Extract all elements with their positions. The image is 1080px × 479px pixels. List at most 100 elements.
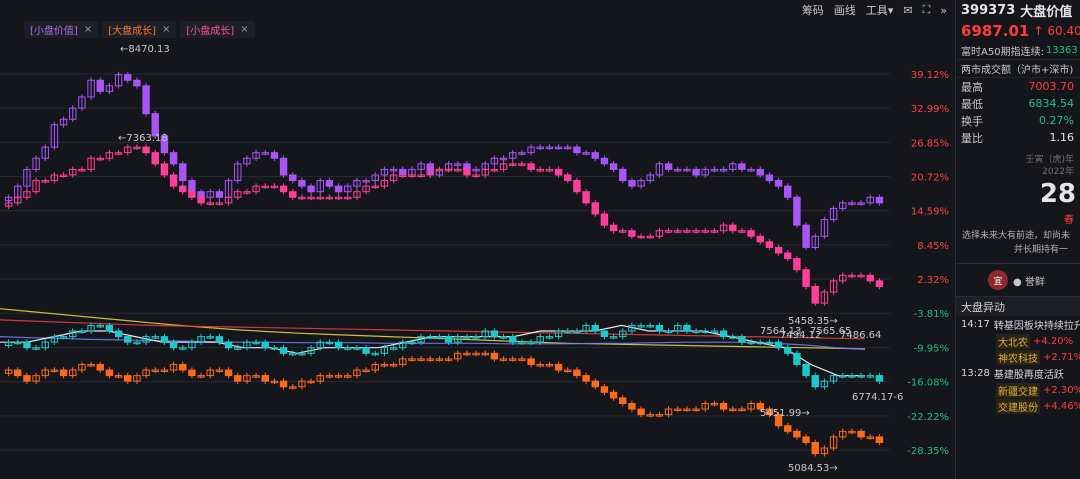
draw-line-button[interactable]: 画线 (834, 2, 856, 18)
candle-body (765, 174, 774, 182)
candle-body (362, 347, 370, 354)
close-icon[interactable]: × (240, 24, 248, 35)
candle-body (811, 375, 819, 388)
candle-body (793, 352, 801, 365)
candle-body (527, 358, 535, 365)
candle-body (802, 436, 810, 443)
candle-body (637, 408, 645, 416)
tab-label: [小盘价值] (30, 25, 78, 37)
turnover-row[interactable]: 两市成交额（沪市+深市) (956, 60, 1080, 78)
market-movement-header[interactable]: 大盘异动 (956, 296, 1080, 316)
event-item[interactable]: 14:17 转基因板块持续拉升 (956, 316, 1080, 333)
candle-body (683, 324, 691, 332)
event-stock[interactable]: 大北农 +4.20% (956, 333, 1080, 349)
y-tick-label: -9.95% (914, 343, 949, 354)
event-item[interactable]: 13:28 基建股再度活跃 (956, 365, 1080, 382)
candle-body (719, 330, 728, 338)
tab-small-cap-value[interactable]: [小盘价值] × (24, 20, 99, 38)
stat-value: 6834.54 (1028, 97, 1075, 110)
collapse-icon[interactable]: » (940, 4, 947, 17)
candle-body (784, 185, 792, 198)
event-stock[interactable]: 新疆交建 +2.30% (956, 382, 1080, 398)
y-tick-label: 8.45% (917, 241, 949, 252)
candle-body (151, 152, 159, 165)
candle-body (490, 352, 499, 360)
event-title: 基建股再度活跃 (993, 370, 1064, 381)
calendar-note: 春 (1064, 215, 1074, 226)
stat-turnover-rate: 换手 0.27% (956, 112, 1080, 129)
candle-body (875, 436, 884, 443)
price-annotation: 7486.64 (840, 330, 881, 341)
candle-body (124, 74, 132, 81)
candle-body (729, 224, 737, 232)
candlestick-chart[interactable]: 39.12% 32.99% 26.85% 20.72% 14.59% 8.45% 2.32%… (0, 38, 955, 479)
stock-change: +4.20% (1033, 335, 1074, 347)
close-icon[interactable]: × (84, 24, 92, 35)
event-stock[interactable]: 交建股份 +4.46% (956, 398, 1080, 414)
candle-body (591, 152, 599, 159)
candle-body (509, 336, 517, 343)
stat-value: 0.27% (1039, 114, 1074, 127)
candle-body (756, 235, 764, 243)
candle-body (875, 196, 884, 204)
candle-body (765, 241, 774, 248)
candle-body (14, 369, 22, 377)
up-arrow-icon: ↑ (1033, 24, 1044, 38)
candle-body (188, 191, 196, 198)
candle-body (793, 430, 801, 438)
candle-body (802, 363, 810, 377)
quote-panel: 399373 大盘价值 6987.01 ↑ 60.40 富时A50期指连续: 1… (955, 0, 1080, 479)
candle-body (179, 163, 187, 182)
candle-body (23, 375, 31, 382)
turnover-label: 两市成交额（沪市+深市) (961, 65, 1074, 76)
candle-body (169, 341, 178, 349)
candle-body (179, 185, 187, 193)
candle-body (289, 174, 297, 182)
candle-body (573, 369, 581, 377)
candle-body (628, 402, 636, 410)
stock-name: 大北农 (996, 333, 1030, 349)
price-annotation: 7494.12 (780, 330, 821, 341)
index-title: 399373 大盘价值 (956, 0, 1080, 20)
candle-body (114, 330, 123, 338)
candle-body (334, 185, 343, 193)
chart-svg[interactable]: 39.12% 32.99% 26.85% 20.72% 14.59% 8.45% 2.32%… (0, 38, 955, 479)
candle-body (582, 375, 590, 382)
author-seal: 宜 (988, 270, 1008, 290)
stock-name: 交建股份 (996, 398, 1040, 414)
tools-menu[interactable]: 工具▾ (866, 2, 894, 18)
chips-button[interactable]: 筹码 (802, 2, 824, 18)
tab-small-cap-growth[interactable]: [小盘成长] × (180, 20, 255, 38)
chevron-down-icon: ▾ (887, 4, 894, 17)
a50-label: 富时A50期指连续: (961, 47, 1044, 58)
price-annotation: ←8470.13 (120, 44, 170, 55)
candle-body (664, 163, 673, 170)
y-tick-label: -3.81% (914, 309, 949, 320)
candle-body (609, 163, 618, 170)
candle-body (784, 425, 792, 432)
candle-body (811, 441, 819, 455)
a50-row[interactable]: 富时A50期指连续: 13363 (956, 42, 1080, 60)
candle-body (160, 336, 169, 343)
tab-large-cap-growth[interactable]: [大盘成长] × (102, 20, 177, 38)
tools-label: 工具 (865, 4, 888, 17)
last-price: 6987.01 (961, 22, 1030, 40)
top-toolbar: 筹码 画线 工具▾ ✉ ⛶ » (0, 0, 955, 20)
candle-body (261, 375, 269, 382)
y-tick-label: -28.35% (907, 446, 949, 457)
y-tick-label: 2.32% (917, 275, 949, 286)
mail-icon[interactable]: ✉ (903, 4, 912, 17)
index-name: 大盘价值 (1020, 4, 1073, 20)
candle-body (600, 330, 609, 338)
candle-body (784, 347, 792, 354)
close-icon[interactable]: × (162, 24, 170, 35)
y-tick-label: -16.08% (907, 378, 949, 389)
candle-body (573, 180, 581, 193)
candle-body (188, 369, 196, 377)
event-stock[interactable]: 神农科技 +2.71% (956, 349, 1080, 365)
a50-value: 13363 (1045, 45, 1078, 56)
expand-icon[interactable]: ⛶ (923, 3, 931, 17)
candle-body (619, 397, 627, 404)
candle-body (197, 196, 205, 204)
stat-label: 最低 (961, 97, 983, 111)
